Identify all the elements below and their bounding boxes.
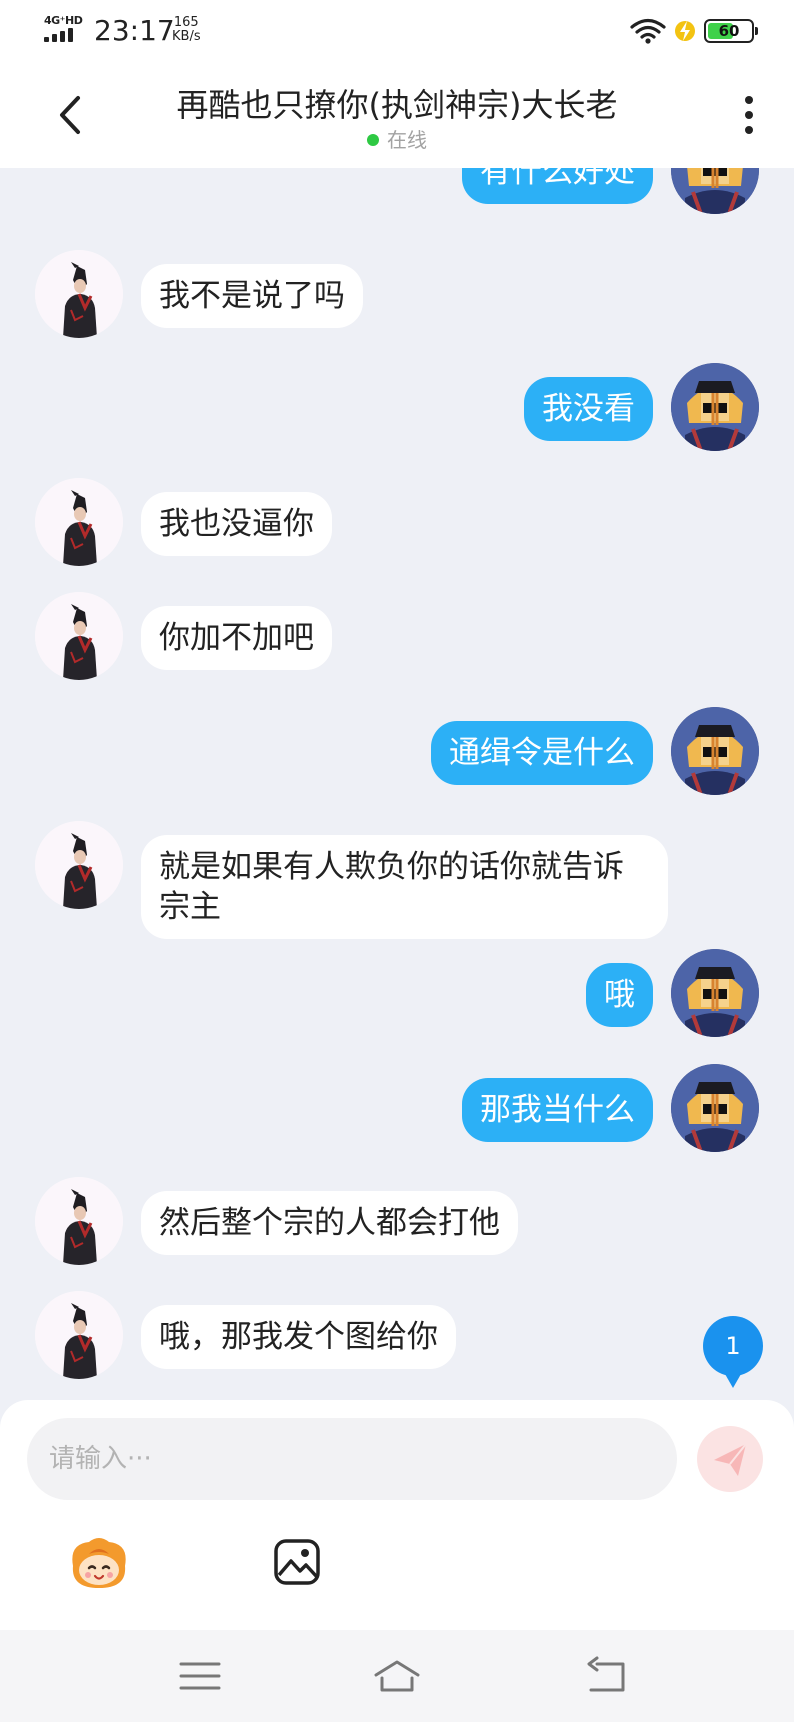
message-bubble[interactable]: 哦 [586,963,653,1027]
network-speed-unit: KB/s [172,29,201,44]
message-bubble[interactable]: 有什么好处 [462,168,653,204]
unread-count-badge[interactable]: 1 [703,1316,763,1388]
online-dot-icon [367,134,379,146]
system-nav-bar [0,1630,794,1722]
home-icon [374,1660,420,1692]
self-avatar[interactable] [671,363,759,451]
status-bar: 4G⁺HD 23:17 165 KB/s 60 [0,0,794,62]
presence-label: 在线 [387,128,427,152]
message-bubble[interactable]: 你加不加吧 [141,606,332,670]
self-avatar-image [671,363,759,451]
paper-plane-icon [714,1443,747,1476]
self-avatar-image [671,707,759,795]
self-avatar[interactable] [671,1064,759,1152]
message-input[interactable] [27,1418,677,1500]
contact-avatar[interactable] [35,592,123,680]
contact-avatar-image [35,821,123,909]
mascot-emoji-icon [72,1538,126,1588]
message-bubble[interactable]: 就是如果有人欺负你的话你就告诉宗主 [141,835,668,939]
chat-title: 再酷也只撩你(执剑神宗)大长老 [176,86,618,124]
presence-status: 在线 [0,124,794,153]
charging-icon [675,21,695,41]
message-bubble[interactable]: 我也没逼你 [141,492,332,556]
message-bubble[interactable]: 然后整个宗的人都会打他 [141,1191,518,1255]
self-avatar[interactable] [671,949,759,1037]
more-options-button[interactable] [734,90,764,140]
menu-icon [179,1662,221,1690]
contact-avatar[interactable] [35,821,123,909]
image-gallery-icon [274,1539,320,1585]
send-button[interactable] [697,1426,763,1492]
signal-indicator: 4G⁺HD [44,14,84,44]
composer-panel [0,1400,794,1630]
self-avatar-image [671,168,759,214]
contact-avatar-image [35,592,123,680]
contact-avatar[interactable] [35,1177,123,1265]
contact-avatar-image [35,250,123,338]
emoji-button[interactable] [67,1536,131,1592]
home-nav-button[interactable] [372,1656,422,1696]
self-avatar[interactable] [671,707,759,795]
contact-avatar[interactable] [35,250,123,338]
image-button[interactable] [273,1538,321,1586]
back-nav-button[interactable] [583,1656,633,1696]
contact-avatar-image [35,478,123,566]
network-speed: 165 KB/s [172,16,201,44]
signal-bars-icon [44,28,80,42]
message-bubble[interactable]: 我不是说了吗 [141,264,363,328]
message-bubble[interactable]: 那我当什么 [462,1078,653,1142]
network-speed-value: 165 [173,15,199,30]
more-vertical-icon [745,96,753,104]
message-bubble[interactable]: 我没看 [524,377,653,441]
contact-avatar-image [35,1177,123,1265]
message-list[interactable]: 有什么好处 我不是说了吗 我没看 我也没逼你 你加不加吧 通缉令是什么 就是如果… [0,168,794,1400]
message-bubble[interactable]: 哦，那我发个图给你 [141,1305,456,1369]
contact-avatar[interactable] [35,1291,123,1379]
wifi-icon [630,18,666,44]
battery-level: 60 [718,22,740,40]
self-avatar[interactable] [671,168,759,214]
clock: 23:17 [94,14,175,47]
contact-avatar-image [35,1291,123,1379]
battery-icon: 60 [704,19,758,43]
chat-screen: 4G⁺HD 23:17 165 KB/s 60 再酷也只撩你(执剑神宗)大长老 … [0,0,794,1722]
self-avatar-image [671,1064,759,1152]
status-icons: 60 [630,18,758,44]
network-type: 4G⁺HD [44,14,83,27]
message-bubble[interactable]: 通缉令是什么 [431,721,653,785]
return-icon [587,1656,625,1692]
self-avatar-image [671,949,759,1037]
contact-avatar[interactable] [35,478,123,566]
chat-header: 再酷也只撩你(执剑神宗)大长老 在线 [0,62,794,168]
menu-nav-button[interactable] [175,1656,225,1696]
